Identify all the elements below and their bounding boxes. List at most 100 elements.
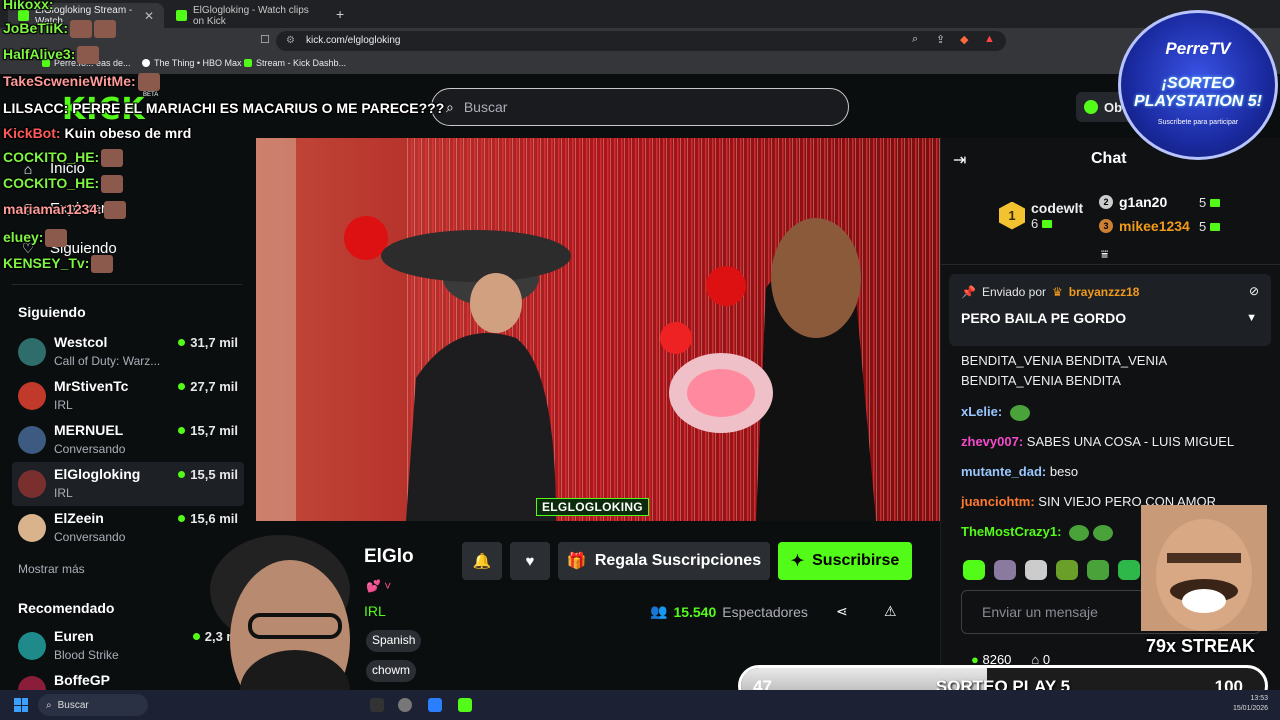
leaderboard-row: 3 mikee1234 5 xyxy=(1099,218,1221,234)
nav-home[interactable]: ⌂ Inicio xyxy=(20,160,85,177)
nav-following[interactable]: ♡ Siguiendo xyxy=(20,240,117,257)
bookmarks-bar: Perre.fo... eas de... The Thing • HBO Ma… xyxy=(0,54,1280,74)
channel-name: Westcol xyxy=(54,334,108,350)
avatar xyxy=(18,426,46,454)
kick-favicon-icon xyxy=(244,59,252,67)
new-tab-icon[interactable]: + xyxy=(336,6,344,22)
gift-icon: 🎁 xyxy=(566,553,587,570)
video-player[interactable]: ELGLOGLOKING xyxy=(256,138,940,521)
share-icon[interactable]: ⋖ xyxy=(836,603,848,620)
notification-bell-button[interactable]: 🔔 xyxy=(462,542,502,580)
viewer-count: 31,7 mil xyxy=(178,335,238,350)
avatar xyxy=(18,338,46,366)
bell-icon: 🔔 xyxy=(472,553,492,570)
taskbar-search[interactable]: ⌕ Buscar xyxy=(38,694,148,716)
live-dot-icon xyxy=(178,427,186,434)
chat-filter-icon[interactable]: ⩸ xyxy=(1101,247,1108,262)
gift-subs-button[interactable]: 🎁 Regala Suscripciones xyxy=(558,542,770,580)
share-icon[interactable]: ⇪ xyxy=(936,33,945,46)
os-taskbar: ⌕ Buscar 13:53 15/01/2026 xyxy=(0,690,1280,720)
extension-icon[interactable]: ▲ xyxy=(984,33,995,45)
kick-logo[interactable]: KICK xyxy=(62,92,146,127)
rank-badge: 3 xyxy=(1099,219,1113,233)
subscribe-button[interactable]: ✦ Suscribirse xyxy=(778,542,912,580)
kick-favicon-icon xyxy=(18,10,29,21)
leaderboard-value: 6 xyxy=(1031,216,1039,231)
emote-icon[interactable] xyxy=(963,560,985,580)
tab-clips[interactable]: ElGlogloking - Watch clips on Kick xyxy=(166,3,332,28)
emote-icon[interactable] xyxy=(1118,560,1140,580)
tab-stream[interactable]: ElGlogloking Stream - Watch ✕ xyxy=(8,3,164,28)
chat-message: xLelie: xyxy=(961,402,1261,422)
bookmark-item[interactable]: Perre.fo... eas de... xyxy=(42,58,131,68)
channel-category: Call of Duty: Warz... xyxy=(54,354,161,368)
tab-title: ElGlogloking - Watch clips on Kick xyxy=(193,4,309,27)
chevron-down-icon[interactable]: ▼ xyxy=(1246,312,1257,324)
app-icon[interactable] xyxy=(370,698,384,712)
bookmark-icon xyxy=(42,59,50,67)
leaderboard-name[interactable]: mikee1234 xyxy=(1119,218,1190,234)
url-text: kick.com/elglogloking xyxy=(306,35,401,46)
bookmark-icon[interactable]: ☐ xyxy=(260,33,270,46)
gift-sub-icon xyxy=(1210,222,1221,231)
channel-name: ElGlogloking xyxy=(54,466,141,482)
emote-icon[interactable] xyxy=(1025,560,1047,580)
stream-watermark: ELGLOGLOKING xyxy=(536,498,649,516)
rank-badge: 2 xyxy=(1099,195,1113,209)
report-icon[interactable]: ⚠ xyxy=(884,603,897,620)
emote-icon xyxy=(1069,524,1090,541)
rank-medal-icon: 1 xyxy=(999,201,1025,230)
emote-icon xyxy=(1009,404,1030,421)
sidebar-channel[interactable]: Westcol Call of Duty: Warz... 31,7 mil xyxy=(12,330,244,374)
site-info-icon[interactable]: ⚙ xyxy=(286,31,295,51)
divider xyxy=(12,284,242,285)
chat-title: Chat xyxy=(1091,150,1127,167)
badge-subtitle: Suscríbete para participar xyxy=(1157,119,1239,126)
close-icon[interactable]: ✕ xyxy=(144,9,154,23)
beta-label: BETA xyxy=(143,92,159,98)
live-dot-icon xyxy=(178,471,186,478)
brave-shield-icon[interactable]: ◆ xyxy=(960,33,968,46)
bookmark-item[interactable]: Stream - Kick Dashb... xyxy=(244,58,346,68)
sidebar-channel[interactable]: MERNUEL Conversando 15,7 mil xyxy=(12,418,244,462)
hide-icon[interactable]: ⊘ xyxy=(1249,284,1259,298)
pinned-header: 📌 Enviado por ♛ brayanzzz18 xyxy=(961,285,1140,299)
avatar xyxy=(18,514,46,542)
search-input[interactable] xyxy=(463,99,824,115)
sidebar-channel[interactable]: MrStivenTc IRL 27,7 mil xyxy=(12,374,244,418)
collapse-chat-icon[interactable]: ⇥ xyxy=(953,150,966,170)
app-icon[interactable] xyxy=(428,698,442,712)
zoom-icon[interactable]: ⌕ xyxy=(912,33,918,46)
bookmark-item[interactable]: The Thing • HBO Max xyxy=(142,58,242,68)
emote-icon[interactable] xyxy=(1087,560,1109,580)
channel-name: Euren xyxy=(54,628,94,644)
emote-icon[interactable] xyxy=(994,560,1016,580)
emote-icon[interactable] xyxy=(1056,560,1078,580)
screen: ElGlogloking Stream - Watch ✕ ElGlogloki… xyxy=(0,0,1280,720)
app-icon[interactable] xyxy=(398,698,412,712)
follow-button[interactable]: ♥ xyxy=(510,542,550,580)
search-box[interactable]: ⌕ xyxy=(431,88,849,126)
show-more-link[interactable]: Mostrar más xyxy=(18,562,85,576)
leaderboard-name[interactable]: codewlt xyxy=(1031,200,1083,216)
pinned-message[interactable]: 📌 Enviado por ♛ brayanzzz18 PERO BAILA P… xyxy=(949,274,1271,346)
viewer-count: 15,5 mil xyxy=(178,467,238,482)
app-icon[interactable] xyxy=(458,698,472,712)
windows-start-icon[interactable] xyxy=(14,698,28,712)
leaderboard-name[interactable]: g1an20 xyxy=(1119,194,1167,210)
avatar xyxy=(18,470,46,498)
sidebar-channel-selected[interactable]: ElGlogloking IRL 15,5 mil xyxy=(12,462,244,506)
avatar xyxy=(18,382,46,410)
url-field[interactable]: ⚙ kick.com/elglogloking xyxy=(276,31,1006,51)
viewer-count: 27,7 mil xyxy=(178,379,238,394)
heart-icon: ♡ xyxy=(21,240,35,256)
nav-explore[interactable]: ◎ Explorar xyxy=(20,200,106,217)
channel-name: ElZeein xyxy=(54,510,104,526)
avatar xyxy=(18,676,46,690)
avatar xyxy=(18,632,46,660)
badge-brand: PerreTV xyxy=(1165,39,1231,58)
system-tray[interactable]: 13:53 15/01/2026 xyxy=(1233,694,1268,714)
channel-category: Conversando xyxy=(54,530,126,544)
leaderboard-row: 2 g1an20 5 xyxy=(1099,194,1221,210)
tab-title: ElGlogloking Stream - Watch xyxy=(35,4,133,27)
